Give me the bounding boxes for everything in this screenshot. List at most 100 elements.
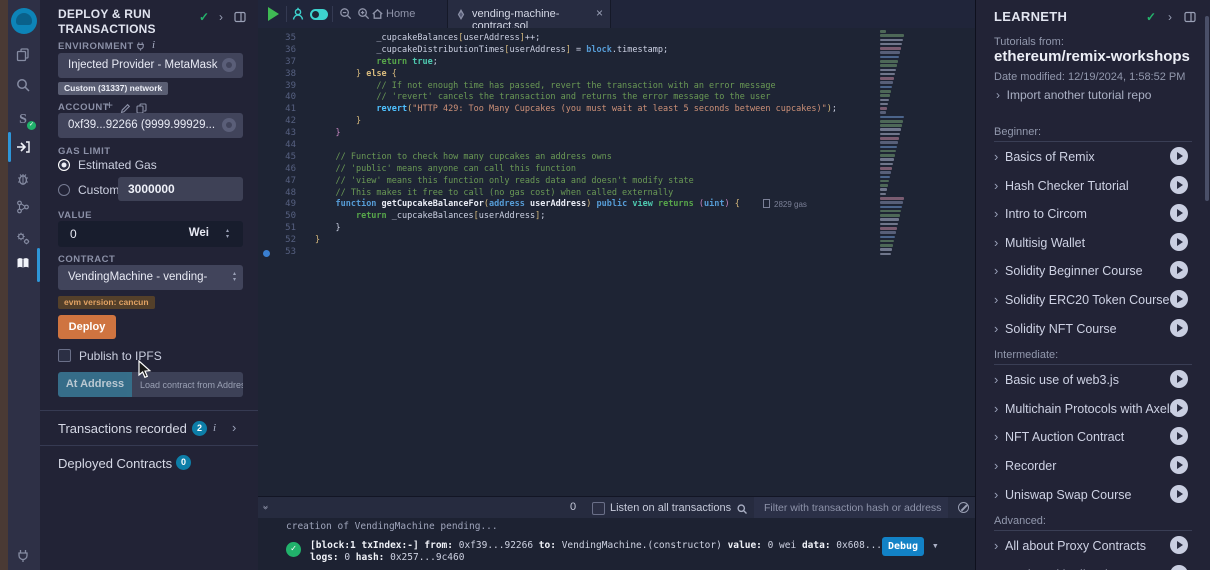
- breakpoint-dot[interactable]: [263, 250, 270, 257]
- at-address-button[interactable]: At Address: [58, 372, 132, 397]
- custom-gas-input[interactable]: 3000000: [118, 177, 243, 201]
- line-number[interactable]: 45: [258, 152, 296, 164]
- tutorial-item[interactable]: ›Multisig Wallet: [994, 229, 1192, 258]
- line-number[interactable]: 51: [258, 223, 296, 235]
- line-number[interactable]: 37: [258, 57, 296, 69]
- play-circle-icon[interactable]: [1170, 319, 1188, 337]
- custom-gas-radio[interactable]: [58, 184, 70, 196]
- account-copy-circle[interactable]: [222, 118, 236, 132]
- deploy-button[interactable]: Deploy: [58, 315, 116, 339]
- line-number[interactable]: 49: [258, 199, 296, 211]
- learneth-book-icon[interactable]: [15, 255, 33, 273]
- terminal-log[interactable]: creation of VendingMachine pending... ✓ …: [258, 518, 975, 570]
- line-number[interactable]: 46: [258, 164, 296, 176]
- line-number[interactable]: 39: [258, 81, 296, 93]
- debugger-icon[interactable]: [15, 171, 33, 189]
- tutorials-from-label: Tutorials from:: [994, 36, 1064, 48]
- panel-collapse-icon[interactable]: ›: [219, 10, 223, 24]
- remix-logo[interactable]: [11, 8, 37, 34]
- tutorial-item[interactable]: ›Recorder: [994, 452, 1192, 481]
- tutorial-item[interactable]: ›Basics of Remix: [994, 143, 1192, 172]
- line-number[interactable]: 38: [258, 69, 296, 81]
- account-select[interactable]: 0xf39...92266 (9999.99929...: [58, 113, 243, 138]
- environment-settings-circle[interactable]: [222, 58, 236, 72]
- code-editor[interactable]: 35 _cupcakeBalances[userAddress]++;36 _c…: [258, 28, 975, 484]
- play-circle-icon[interactable]: [1170, 399, 1188, 417]
- line-number[interactable]: 35: [258, 33, 296, 45]
- line-number[interactable]: 43: [258, 128, 296, 140]
- file-explorer-icon[interactable]: [15, 47, 33, 65]
- clear-console-icon[interactable]: [958, 502, 969, 513]
- tutorial-item[interactable]: ›Solidity ERC20 Token Course: [994, 286, 1192, 315]
- minimap[interactable]: [880, 30, 906, 257]
- line-number[interactable]: 42: [258, 116, 296, 128]
- deploy-run-icon[interactable]: [15, 139, 33, 157]
- expand-terminal-icon[interactable]: ››: [260, 505, 271, 508]
- tutorial-item[interactable]: ›Hash Checker Tutorial: [994, 172, 1192, 201]
- learneth-pin-icon[interactable]: [1184, 11, 1196, 26]
- ai-copilot-toggle[interactable]: [310, 9, 328, 20]
- line-number[interactable]: 48: [258, 188, 296, 200]
- tutorial-item[interactable]: ›Uniswap Swap Course: [994, 481, 1192, 510]
- home-tab-label[interactable]: Home: [386, 8, 415, 20]
- play-circle-icon[interactable]: [1170, 370, 1188, 388]
- source-control-icon[interactable]: [15, 199, 33, 217]
- zoom-in-icon[interactable]: [356, 6, 371, 26]
- value-unit[interactable]: Wei: [189, 227, 209, 239]
- line-number[interactable]: 36: [258, 45, 296, 57]
- tutorial-item[interactable]: ›Intro to Circom: [994, 200, 1192, 229]
- play-circle-icon[interactable]: [1170, 536, 1188, 554]
- settings-gears-icon[interactable]: [15, 230, 33, 248]
- play-circle-icon[interactable]: [1170, 233, 1188, 251]
- learneth-collapse-icon[interactable]: ›: [1168, 10, 1172, 24]
- play-circle-icon[interactable]: [1170, 456, 1188, 474]
- file-tab[interactable]: vending-machine-contract.sol ×: [447, 0, 611, 28]
- play-circle-icon[interactable]: [1170, 565, 1188, 570]
- learneth-scrollbar[interactable]: [1205, 16, 1209, 201]
- add-account-icon[interactable]: +: [106, 98, 113, 112]
- plugin-manager-plug-icon[interactable]: [15, 548, 33, 566]
- terminal-filter-input[interactable]: [754, 497, 948, 519]
- play-circle-icon[interactable]: [1170, 485, 1188, 503]
- line-number[interactable]: 41: [258, 104, 296, 116]
- contract-select[interactable]: VendingMachine - vending-machin▴▾: [58, 265, 243, 290]
- zoom-out-icon[interactable]: [338, 6, 353, 26]
- line-number[interactable]: 40: [258, 92, 296, 104]
- play-circle-icon[interactable]: [1170, 427, 1188, 445]
- tx-expand-chevron-icon[interactable]: ▾: [932, 539, 939, 552]
- search-icon[interactable]: [15, 77, 33, 95]
- line-number[interactable]: 50: [258, 211, 296, 223]
- tutorial-item[interactable]: ›Solidity Beginner Course: [994, 257, 1192, 286]
- environment-info-icon[interactable]: i: [152, 39, 155, 51]
- line-number[interactable]: 47: [258, 176, 296, 188]
- tutorial-item[interactable]: ›All about Proxy Contracts: [994, 532, 1192, 561]
- panel-pin-icon[interactable]: [234, 11, 246, 26]
- remix-ai-assistant-icon[interactable]: [290, 6, 306, 27]
- value-input[interactable]: 0 Wei ▴▾: [58, 221, 243, 247]
- run-script-play-icon[interactable]: [268, 7, 279, 21]
- value-unit-stepper[interactable]: ▴▾: [226, 228, 229, 240]
- estimated-gas-radio[interactable]: [58, 159, 70, 171]
- listen-all-transactions-checkbox[interactable]: [592, 502, 605, 515]
- tutorial-item[interactable]: ›Solidity NFT Course: [994, 315, 1192, 344]
- environment-select[interactable]: Injected Provider - MetaMask: [58, 53, 243, 78]
- solidity-compiler-icon[interactable]: S✓: [15, 110, 33, 128]
- debug-button[interactable]: Debug: [882, 537, 924, 556]
- transactions-expand-icon[interactable]: ›: [232, 420, 236, 435]
- play-circle-icon[interactable]: [1170, 290, 1188, 308]
- import-repo-row[interactable]: › Import another tutorial repo: [996, 88, 1151, 102]
- play-circle-icon[interactable]: [1170, 147, 1188, 165]
- tutorial-item[interactable]: ›Basic use of web3.js: [994, 366, 1192, 395]
- play-circle-icon[interactable]: [1170, 261, 1188, 279]
- line-number[interactable]: 44: [258, 140, 296, 152]
- play-circle-icon[interactable]: [1170, 176, 1188, 194]
- home-icon[interactable]: [370, 6, 385, 26]
- publish-ipfs-checkbox[interactable]: [58, 349, 71, 362]
- tutorial-item[interactable]: ›Deploy with Libraries: [994, 561, 1192, 570]
- close-tab-icon[interactable]: ×: [596, 6, 603, 20]
- line-number[interactable]: 52: [258, 235, 296, 247]
- tutorial-item[interactable]: ›Multichain Protocols with Axelar: [994, 395, 1192, 424]
- tutorial-item[interactable]: ›NFT Auction Contract: [994, 423, 1192, 452]
- transactions-info-icon[interactable]: i: [213, 422, 216, 434]
- play-circle-icon[interactable]: [1170, 204, 1188, 222]
